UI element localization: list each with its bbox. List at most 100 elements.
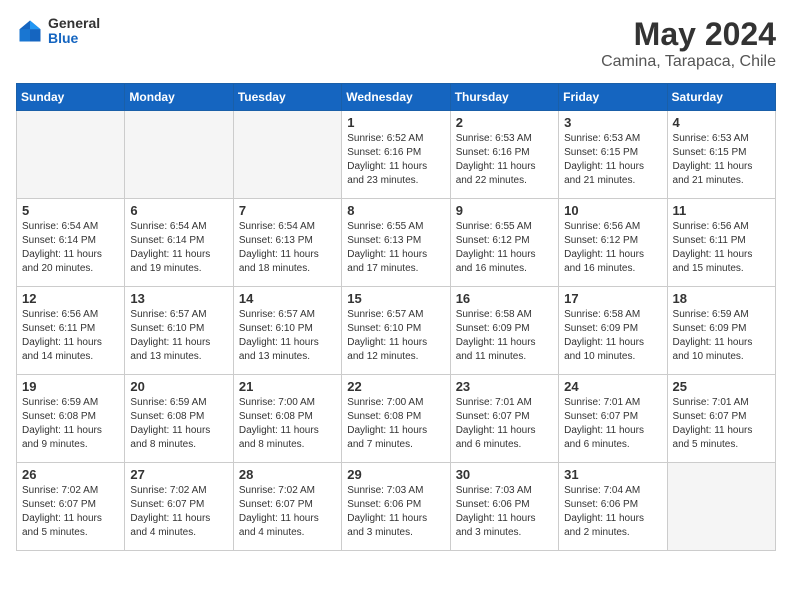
logo-icon — [16, 17, 44, 45]
logo-blue-text: Blue — [48, 30, 78, 46]
calendar-cell: 16 Sunrise: 6:58 AM Sunset: 6:09 PM Dayli… — [450, 287, 558, 375]
day-content: Sunrise: 7:01 AM Sunset: 6:07 PM Dayligh… — [456, 396, 553, 452]
day-number: 31 — [564, 467, 661, 482]
day-content: Sunrise: 6:56 AM Sunset: 6:12 PM Dayligh… — [564, 220, 661, 276]
calendar-cell: 26Sunrise: 7:02 AM Sunset: 6:07 PM Dayli… — [17, 463, 125, 551]
calendar-cell: 19Sunrise: 6:59 AM Sunset: 6:08 PM Dayli… — [17, 375, 125, 463]
calendar-cell: 17 Sunrise: 6:58 AM Sunset: 6:09 PM Dayli… — [559, 287, 667, 375]
calendar-week-row: 19 Sunrise: 6:59 AM Sunset: 6:08 PM Dayli… — [17, 375, 776, 463]
day-content: Sunrise: 6:59 AM Sunset: 6:08 PM Dayligh… — [130, 396, 227, 452]
day-number: 27 — [130, 467, 227, 482]
day-content: Sunrise: 6:57 AM Sunset: 6:10 PM Dayligh… — [347, 308, 444, 364]
day-number: 2 — [456, 115, 553, 130]
day-content: Sunrise: 6:53 AM Sunset: 6:16 PM Dayligh… — [456, 132, 553, 188]
day-content: Sunrise: 7:02 AM Sunset: 6:07 PM Dayligh… — [239, 484, 336, 540]
day-number: 26 — [22, 467, 119, 482]
day-content: Sunrise: 6:53 AM Sunset: 6:15 PM Dayligh… — [673, 132, 770, 188]
calendar-cell — [125, 111, 233, 199]
day-number: 6 — [130, 203, 227, 218]
calendar-table: SundayMondayTuesdayWednesdayThursdayFrid… — [16, 83, 776, 551]
day-header-tuesday: Tuesday — [233, 84, 341, 111]
calendar-cell: 1Sunrise: 6:52 AM Sunset: 6:16 PM Daylig… — [342, 111, 450, 199]
day-content: Sunrise: 6:54 AM Sunset: 6:14 PM Dayligh… — [130, 220, 227, 276]
day-header-thursday: Thursday — [450, 84, 558, 111]
calendar-week-row: 12 Sunrise: 6:56 AM Sunset: 6:11 PM Dayli… — [17, 287, 776, 375]
day-number: 12 — [22, 291, 119, 306]
day-content: Sunrise: 7:00 AM Sunset: 6:08 PM Dayligh… — [347, 396, 444, 452]
calendar-cell: 23Sunrise: 7:01 AM Sunset: 6:07 PM Dayli… — [450, 375, 558, 463]
calendar-cell: 21 Sunrise: 7:00 AM Sunset: 6:08 PM Dayli… — [233, 375, 341, 463]
day-number: 11 — [673, 203, 770, 218]
calendar-cell: 5Sunrise: 6:54 AM Sunset: 6:14 PM Daylig… — [17, 199, 125, 287]
day-number: 10 — [564, 203, 661, 218]
day-content: Sunrise: 7:04 AM Sunset: 6:06 PM Dayligh… — [564, 484, 661, 540]
calendar-week-row: 5Sunrise: 6:54 AM Sunset: 6:14 PM Daylig… — [17, 199, 776, 287]
calendar-cell: 6 Sunrise: 6:54 AM Sunset: 6:14 PM Daylig… — [125, 199, 233, 287]
day-content: Sunrise: 7:01 AM Sunset: 6:07 PM Dayligh… — [564, 396, 661, 452]
day-content: Sunrise: 6:54 AM Sunset: 6:14 PM Dayligh… — [22, 220, 119, 276]
month-year-title: May 2024 — [601, 16, 776, 53]
day-content: Sunrise: 7:03 AM Sunset: 6:06 PM Dayligh… — [347, 484, 444, 540]
day-number: 22 — [347, 379, 444, 394]
calendar-cell: 27 Sunrise: 7:02 AM Sunset: 6:07 PM Dayli… — [125, 463, 233, 551]
day-header-monday: Monday — [125, 84, 233, 111]
calendar-cell — [667, 463, 775, 551]
day-number: 7 — [239, 203, 336, 218]
calendar-cell: 25 Sunrise: 7:01 AM Sunset: 6:07 PM Dayli… — [667, 375, 775, 463]
day-number: 3 — [564, 115, 661, 130]
calendar-cell: 24 Sunrise: 7:01 AM Sunset: 6:07 PM Dayli… — [559, 375, 667, 463]
day-content: Sunrise: 6:58 AM Sunset: 6:09 PM Dayligh… — [456, 308, 553, 364]
calendar-cell: 15 Sunrise: 6:57 AM Sunset: 6:10 PM Dayli… — [342, 287, 450, 375]
day-content: Sunrise: 7:01 AM Sunset: 6:07 PM Dayligh… — [673, 396, 770, 452]
day-content: Sunrise: 6:53 AM Sunset: 6:15 PM Dayligh… — [564, 132, 661, 188]
day-number: 17 — [564, 291, 661, 306]
calendar-cell: 12 Sunrise: 6:56 AM Sunset: 6:11 PM Dayli… — [17, 287, 125, 375]
day-header-wednesday: Wednesday — [342, 84, 450, 111]
day-content: Sunrise: 6:56 AM Sunset: 6:11 PM Dayligh… — [22, 308, 119, 364]
day-content: Sunrise: 6:58 AM Sunset: 6:09 PM Dayligh… — [564, 308, 661, 364]
day-number: 30 — [456, 467, 553, 482]
day-number: 28 — [239, 467, 336, 482]
calendar-cell: 18Sunrise: 6:59 AM Sunset: 6:09 PM Dayli… — [667, 287, 775, 375]
day-number: 14 — [239, 291, 336, 306]
calendar-cell: 31 Sunrise: 7:04 AM Sunset: 6:06 PM Dayli… — [559, 463, 667, 551]
calendar-cell — [17, 111, 125, 199]
day-number: 16 — [456, 291, 553, 306]
day-content: Sunrise: 7:02 AM Sunset: 6:07 PM Dayligh… — [130, 484, 227, 540]
day-number: 9 — [456, 203, 553, 218]
calendar-cell: 9Sunrise: 6:55 AM Sunset: 6:12 PM Daylig… — [450, 199, 558, 287]
day-number: 21 — [239, 379, 336, 394]
day-content: Sunrise: 6:59 AM Sunset: 6:09 PM Dayligh… — [673, 308, 770, 364]
location-subtitle: Camina, Tarapaca, Chile — [601, 53, 776, 71]
calendar-cell: 7 Sunrise: 6:54 AM Sunset: 6:13 PM Daylig… — [233, 199, 341, 287]
day-number: 13 — [130, 291, 227, 306]
day-content: Sunrise: 6:55 AM Sunset: 6:13 PM Dayligh… — [347, 220, 444, 276]
title-block: May 2024 Camina, Tarapaca, Chile — [601, 16, 776, 71]
day-number: 15 — [347, 291, 444, 306]
day-content: Sunrise: 6:57 AM Sunset: 6:10 PM Dayligh… — [239, 308, 336, 364]
day-content: Sunrise: 6:56 AM Sunset: 6:11 PM Dayligh… — [673, 220, 770, 276]
calendar-cell: 3 Sunrise: 6:53 AM Sunset: 6:15 PM Daylig… — [559, 111, 667, 199]
day-content: Sunrise: 7:00 AM Sunset: 6:08 PM Dayligh… — [239, 396, 336, 452]
day-number: 25 — [673, 379, 770, 394]
day-header-friday: Friday — [559, 84, 667, 111]
calendar-cell: 8 Sunrise: 6:55 AM Sunset: 6:13 PM Daylig… — [342, 199, 450, 287]
calendar-cell: 22 Sunrise: 7:00 AM Sunset: 6:08 PM Dayli… — [342, 375, 450, 463]
day-content: Sunrise: 6:57 AM Sunset: 6:10 PM Dayligh… — [130, 308, 227, 364]
day-number: 24 — [564, 379, 661, 394]
day-content: Sunrise: 7:03 AM Sunset: 6:06 PM Dayligh… — [456, 484, 553, 540]
day-header-sunday: Sunday — [17, 84, 125, 111]
calendar-cell: 28 Sunrise: 7:02 AM Sunset: 6:07 PM Dayli… — [233, 463, 341, 551]
calendar-cell: 13 Sunrise: 6:57 AM Sunset: 6:10 PM Dayli… — [125, 287, 233, 375]
calendar-week-row: 1Sunrise: 6:52 AM Sunset: 6:16 PM Daylig… — [17, 111, 776, 199]
logo: General Blue — [16, 16, 100, 47]
day-number: 8 — [347, 203, 444, 218]
day-content: Sunrise: 6:54 AM Sunset: 6:13 PM Dayligh… — [239, 220, 336, 276]
day-header-saturday: Saturday — [667, 84, 775, 111]
day-number: 19 — [22, 379, 119, 394]
calendar-cell — [233, 111, 341, 199]
day-number: 29 — [347, 467, 444, 482]
calendar-week-row: 26 Sunrise: 7:02 AM Sunset: 6:07 PM Dayli… — [17, 463, 776, 551]
calendar-cell: 11 Sunrise: 6:56 AM Sunset: 6:11 PM Dayli… — [667, 199, 775, 287]
calendar-header-row: SundayMondayTuesdayWednesdayThursdayFrid… — [17, 84, 776, 111]
